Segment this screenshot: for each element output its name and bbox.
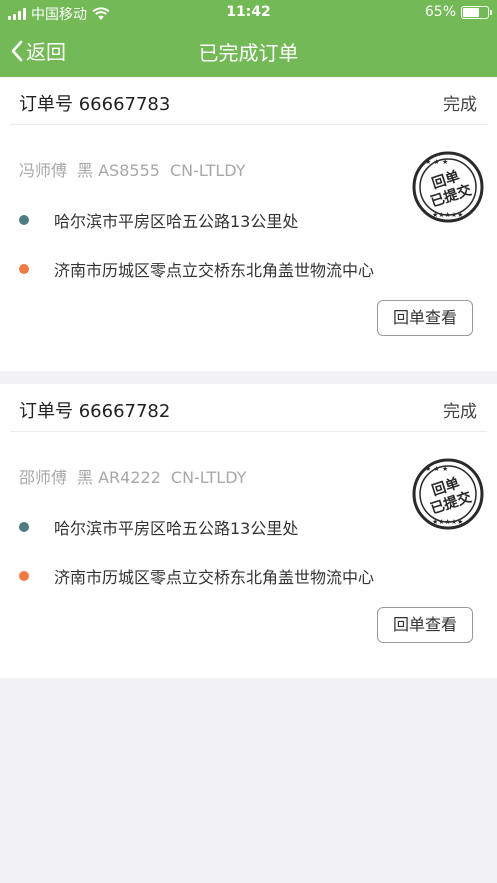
destination-text: 济南市历城区零点立交桥东北角盖世物流中心 bbox=[54, 261, 375, 280]
nav-bar: 返回 已完成订单 bbox=[0, 26, 497, 77]
svg-text:★★★★★: ★★★★★ bbox=[432, 211, 463, 219]
receipt-submitted-stamp: ★ ★ ★ ★★★★★ 回单 已提交 bbox=[412, 458, 484, 530]
origin-text: 哈尔滨市平房区哈五公路13公里处 bbox=[54, 212, 299, 231]
driver-info: 邵师傅黑 AR4222 CN-LTLDY bbox=[19, 464, 246, 488]
view-receipt-button[interactable]: 回单查看 bbox=[377, 607, 473, 643]
destination-address: 济南市历城区零点立交桥东北角盖世物流中心 bbox=[19, 257, 374, 281]
order-card[interactable]: 订单号 66667783 完成 冯师傅黑 AS8555 CN-LTLDY ★ ★ … bbox=[0, 77, 497, 371]
destination-text: 济南市历城区零点立交桥东北角盖世物流中心 bbox=[54, 568, 375, 587]
battery-icon bbox=[461, 5, 492, 19]
svg-text:★ ★ ★: ★ ★ ★ bbox=[425, 158, 448, 166]
order-card[interactable]: 订单号 66667782 完成 邵师傅黑 AR4222 CN-LTLDY ★ ★ … bbox=[0, 384, 497, 678]
driver-name: 冯师傅 bbox=[19, 161, 68, 180]
order-header: 订单号 66667783 完成 bbox=[10, 77, 487, 125]
order-number: 订单号 66667782 bbox=[19, 401, 171, 422]
order-status: 完成 bbox=[443, 402, 477, 422]
status-bar: 中国移动 11:42 65% bbox=[0, 0, 497, 26]
driver-info: 冯师傅黑 AS8555 CN-LTLDY bbox=[19, 157, 245, 181]
receipt-submitted-stamp: ★ ★ ★ ★★★★★ 回单 已提交 bbox=[412, 151, 484, 223]
battery-percent: 65% bbox=[424, 4, 456, 20]
svg-text:★★★★★: ★★★★★ bbox=[432, 518, 463, 526]
plate-number: 黑 AS8555 bbox=[77, 161, 160, 180]
origin-address: 哈尔滨市平房区哈五公路13公里处 bbox=[19, 208, 298, 232]
origin-address: 哈尔滨市平房区哈五公路13公里处 bbox=[19, 515, 298, 539]
destination-dot-icon bbox=[19, 571, 29, 581]
svg-text:★ ★ ★: ★ ★ ★ bbox=[425, 465, 448, 473]
order-header: 订单号 66667782 完成 bbox=[10, 384, 487, 432]
origin-dot-icon bbox=[19, 522, 29, 532]
driver-name: 邵师傅 bbox=[19, 468, 68, 487]
order-number: 订单号 66667783 bbox=[19, 94, 171, 115]
view-receipt-button[interactable]: 回单查看 bbox=[377, 300, 473, 336]
plate-number: 黑 AR4222 bbox=[77, 468, 161, 487]
status-time: 11:42 bbox=[226, 4, 271, 20]
destination-address: 济南市历城区零点立交桥东北角盖世物流中心 bbox=[19, 564, 374, 588]
order-status: 完成 bbox=[443, 95, 477, 115]
origin-dot-icon bbox=[19, 215, 29, 225]
origin-text: 哈尔滨市平房区哈五公路13公里处 bbox=[54, 519, 299, 538]
destination-dot-icon bbox=[19, 264, 29, 274]
truck-code: CN-LTLDY bbox=[169, 161, 246, 180]
truck-code: CN-LTLDY bbox=[170, 468, 247, 487]
page-title: 已完成订单 bbox=[198, 41, 299, 65]
